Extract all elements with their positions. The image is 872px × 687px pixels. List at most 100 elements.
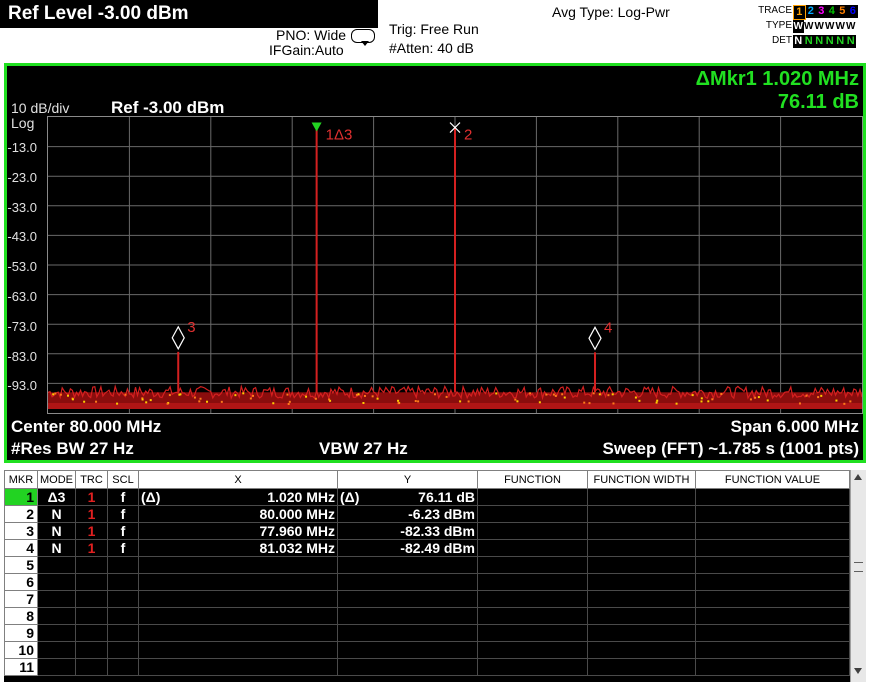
center-frequency[interactable]: Center 80.000 MHz — [11, 417, 161, 437]
sweep-time[interactable]: Sweep (FFT) ~1.785 s (1001 pts) — [602, 439, 859, 459]
marker-x-cell[interactable]: 80.000 MHz — [138, 505, 338, 523]
scroll-down-arrow-icon[interactable] — [854, 668, 862, 674]
marker-mode-cell[interactable]: N — [37, 539, 76, 557]
table-row[interactable]: 2 N 1 f 80.000 MHz -6.23 dBm — [4, 505, 850, 523]
column-header[interactable]: TRC — [75, 470, 108, 489]
marker-scale-cell[interactable] — [107, 658, 139, 676]
table-row[interactable]: 9 — [4, 624, 850, 642]
function-cell[interactable] — [477, 573, 588, 591]
function-width-cell[interactable] — [587, 539, 696, 557]
marker-y-cell[interactable] — [337, 624, 478, 642]
marker-scale-cell[interactable] — [107, 624, 139, 642]
function-cell[interactable] — [477, 505, 588, 523]
function-cell[interactable] — [477, 590, 588, 608]
marker-number-cell[interactable]: 5 — [4, 556, 38, 574]
function-cell[interactable] — [477, 522, 588, 540]
function-cell[interactable] — [477, 607, 588, 625]
marker-mode-cell[interactable] — [37, 607, 76, 625]
marker-x-cell[interactable] — [138, 624, 338, 642]
marker-scale-cell[interactable] — [107, 641, 139, 659]
video-bandwidth[interactable]: VBW 27 Hz — [319, 439, 408, 459]
marker-number-cell[interactable]: 6 — [4, 573, 38, 591]
function-width-cell[interactable] — [587, 556, 696, 574]
marker-trace-cell[interactable] — [75, 607, 108, 625]
marker-scale-cell[interactable] — [107, 607, 139, 625]
function-value-cell[interactable] — [695, 641, 850, 659]
table-row[interactable]: 1 Δ3 1 f (Δ) 1.020 MHz (Δ) 76.11 dB — [4, 488, 850, 506]
marker-mode-cell[interactable] — [37, 658, 76, 676]
marker-trace-cell[interactable] — [75, 556, 108, 574]
marker-trace-cell[interactable]: 1 — [75, 539, 108, 557]
marker-number-cell[interactable]: 4 — [4, 539, 38, 557]
marker-number-cell[interactable]: 1 — [4, 488, 38, 506]
marker-y-cell[interactable] — [337, 556, 478, 574]
marker-mode-cell[interactable] — [37, 641, 76, 659]
marker-trace-cell[interactable] — [75, 573, 108, 591]
marker-scale-cell[interactable]: f — [107, 539, 139, 557]
table-row[interactable]: 7 — [4, 590, 850, 608]
marker-number-cell[interactable]: 8 — [4, 607, 38, 625]
marker-number-cell[interactable]: 11 — [4, 658, 38, 676]
marker-y-cell[interactable]: -82.49 dBm — [337, 539, 478, 557]
marker-scale-cell[interactable] — [107, 573, 139, 591]
marker-x-cell[interactable] — [138, 590, 338, 608]
column-header[interactable]: FUNCTION — [477, 470, 588, 489]
function-value-cell[interactable] — [695, 505, 850, 523]
marker-number-cell[interactable]: 3 — [4, 522, 38, 540]
marker-x-cell[interactable] — [138, 573, 338, 591]
function-width-cell[interactable] — [587, 658, 696, 676]
column-header[interactable]: FUNCTION WIDTH — [587, 470, 696, 489]
marker-trace-cell[interactable]: 1 — [75, 522, 108, 540]
function-cell[interactable] — [477, 658, 588, 676]
table-row[interactable]: 10 — [4, 641, 850, 659]
function-value-cell[interactable] — [695, 624, 850, 642]
marker-trace-cell[interactable] — [75, 658, 108, 676]
marker-scale-cell[interactable] — [107, 556, 139, 574]
column-header[interactable]: X — [138, 470, 338, 489]
table-row[interactable]: 6 — [4, 573, 850, 591]
spectrum-display[interactable]: ΔMkr1 1.020 MHz 76.11 dB 10 dB/div Log R… — [4, 63, 866, 463]
marker-trace-cell[interactable]: 1 — [75, 488, 108, 506]
function-cell[interactable] — [477, 641, 588, 659]
plot-area[interactable]: 3 1Δ3 2 4 — [47, 116, 863, 414]
marker-y-cell[interactable] — [337, 590, 478, 608]
function-width-cell[interactable] — [587, 641, 696, 659]
function-value-cell[interactable] — [695, 573, 850, 591]
scroll-grip-icon[interactable] — [854, 562, 863, 572]
table-row[interactable]: 3 N 1 f 77.960 MHz -82.33 dBm — [4, 522, 850, 540]
marker-scale-cell[interactable] — [107, 590, 139, 608]
function-width-cell[interactable] — [587, 573, 696, 591]
marker-y-cell[interactable] — [337, 641, 478, 659]
function-value-cell[interactable] — [695, 488, 850, 506]
function-cell[interactable] — [477, 539, 588, 557]
table-row[interactable]: 11 — [4, 658, 850, 676]
marker-number-cell[interactable]: 7 — [4, 590, 38, 608]
marker-x-cell[interactable]: 77.960 MHz — [138, 522, 338, 540]
table-scrollbar[interactable] — [850, 470, 866, 682]
function-cell[interactable] — [477, 556, 588, 574]
function-cell[interactable] — [477, 488, 588, 506]
marker-mode-cell[interactable]: Δ3 — [37, 488, 76, 506]
span[interactable]: Span 6.000 MHz — [731, 417, 860, 437]
marker-number-cell[interactable]: 2 — [4, 505, 38, 523]
marker-x-cell[interactable]: (Δ) 1.020 MHz — [138, 488, 338, 506]
function-value-cell[interactable] — [695, 556, 850, 574]
column-header[interactable]: SCL — [107, 470, 139, 489]
function-value-cell[interactable] — [695, 607, 850, 625]
marker-mode-cell[interactable] — [37, 573, 76, 591]
resolution-bandwidth[interactable]: #Res BW 27 Hz — [11, 439, 134, 459]
marker-x-cell[interactable] — [138, 641, 338, 659]
marker-x-cell[interactable]: 81.032 MHz — [138, 539, 338, 557]
function-width-cell[interactable] — [587, 590, 696, 608]
function-value-cell[interactable] — [695, 539, 850, 557]
table-row[interactable]: 8 — [4, 607, 850, 625]
marker-y-cell[interactable]: (Δ) 76.11 dB — [337, 488, 478, 506]
trace-panel[interactable]: TRACE TYPE DET 123456 WWWWWW NNNNNN — [740, 4, 870, 50]
scroll-up-arrow-icon[interactable] — [854, 474, 862, 480]
function-width-cell[interactable] — [587, 505, 696, 523]
column-header[interactable]: Y — [337, 470, 478, 489]
marker-mode-cell[interactable] — [37, 624, 76, 642]
marker-mode-cell[interactable]: N — [37, 505, 76, 523]
function-value-cell[interactable] — [695, 658, 850, 676]
function-width-cell[interactable] — [587, 522, 696, 540]
